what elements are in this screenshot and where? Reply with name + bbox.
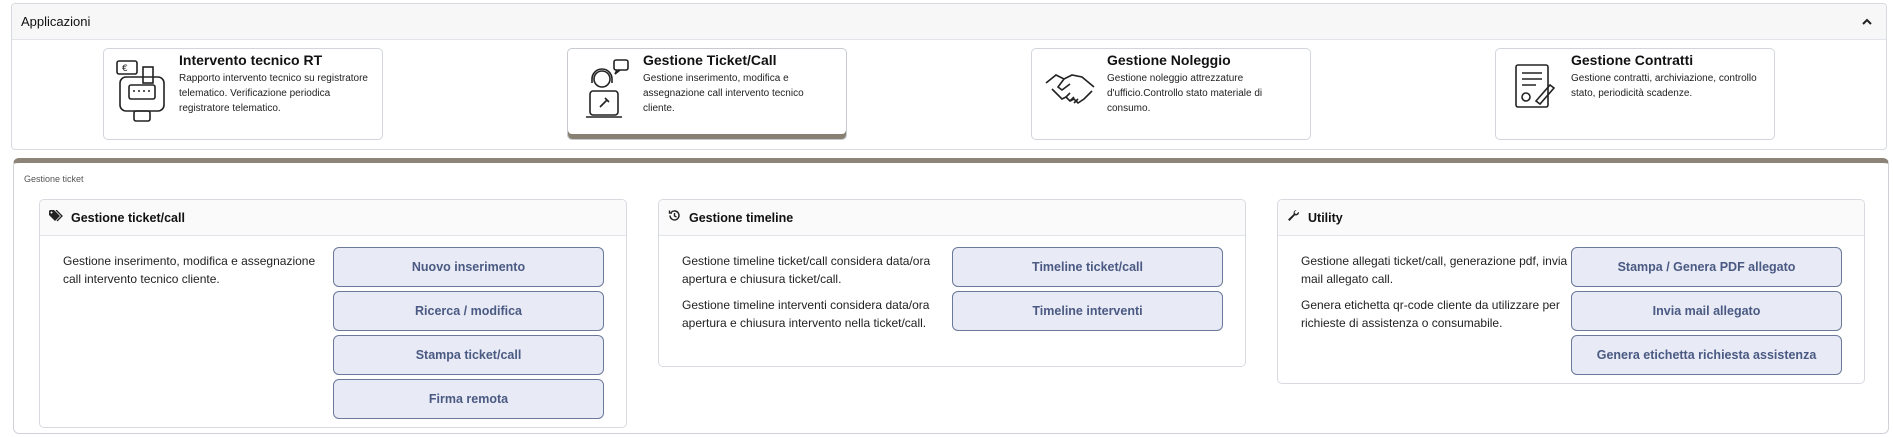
box-utility: Utility Gestione allegati ticket/call, g… <box>1277 199 1865 384</box>
cash-register-icon: € <box>114 57 174 123</box>
wrench-icon <box>1287 209 1300 227</box>
tags-icon <box>49 209 63 227</box>
box-header: Gestione ticket/call <box>40 200 626 236</box>
description-text: Gestione allegati ticket/call, generazio… <box>1301 254 1568 286</box>
box-title: Gestione ticket/call <box>71 210 185 225</box>
app-card-gestione-contratti[interactable]: Gestione Contratti Gestione contratti, a… <box>1495 48 1775 140</box>
box-title: Utility <box>1308 210 1343 225</box>
box-description: Gestione inserimento, modifica e assegna… <box>63 252 331 296</box>
genera-etichetta-button[interactable]: Genera etichetta richiesta assistenza <box>1571 335 1842 375</box>
description-text: Gestione timeline ticket/call considera … <box>682 254 931 286</box>
svg-text:€: € <box>122 64 128 74</box>
panel-title: Gestione ticket <box>24 174 84 184</box>
ricerca-modifica-button[interactable]: Ricerca / modifica <box>333 291 604 331</box>
support-agent-icon <box>578 57 638 123</box>
stampa-ticket-call-button[interactable]: Stampa ticket/call <box>333 335 604 375</box>
box-description: Gestione allegati ticket/call, generazio… <box>1301 252 1569 340</box>
card-title: Intervento tecnico RT <box>179 52 323 68</box>
timeline-interventi-button[interactable]: Timeline interventi <box>952 291 1223 331</box>
timeline-ticket-call-button[interactable]: Timeline ticket/call <box>952 247 1223 287</box>
box-gestione-ticket-call: Gestione ticket/call Gestione inseriment… <box>39 199 627 428</box>
description-text: Genera etichetta qr-code cliente da util… <box>1301 298 1560 330</box>
gestione-ticket-panel: Gestione ticket Gestione ticket/call Ges… <box>13 158 1889 434</box>
history-icon <box>668 209 681 227</box>
handshake-icon <box>1042 57 1102 123</box>
invia-mail-allegato-button[interactable]: Invia mail allegato <box>1571 291 1842 331</box>
card-title: Gestione Ticket/Call <box>643 52 777 68</box>
box-description: Gestione timeline ticket/call considera … <box>682 252 950 340</box>
box-header: Gestione timeline <box>659 200 1245 236</box>
box-gestione-timeline: Gestione timeline Gestione timeline tick… <box>658 199 1246 367</box>
applications-header: Applicazioni <box>12 4 1886 40</box>
app-card-gestione-ticket[interactable]: Gestione Ticket/Call Gestione inseriment… <box>567 48 847 140</box>
app-card-gestione-noleggio[interactable]: Gestione Noleggio Gestione noleggio attr… <box>1031 48 1311 140</box>
card-description: Gestione inserimento, modifica e assegna… <box>643 73 804 114</box>
box-title: Gestione timeline <box>689 210 794 225</box>
chevron-up-icon[interactable] <box>1857 12 1877 32</box>
card-description: Gestione contratti, archiviazione, contr… <box>1571 73 1757 99</box>
firma-remota-button[interactable]: Firma remota <box>333 379 604 419</box>
card-description: Rapporto intervento tecnico su registrat… <box>179 73 368 114</box>
nuovo-inserimento-button[interactable]: Nuovo inserimento <box>333 247 604 287</box>
description-text: Gestione timeline interventi considera d… <box>682 298 930 330</box>
app-card-intervento-rt[interactable]: € Intervento tecnico RT Rapporto interve… <box>103 48 383 140</box>
applications-title: Applicazioni <box>21 14 91 29</box>
card-description: Gestione noleggio attrezzature d'ufficio… <box>1107 73 1263 114</box>
card-title: Gestione Contratti <box>1571 52 1694 68</box>
description-text: Gestione inserimento, modifica e assegna… <box>63 254 316 286</box>
card-title: Gestione Noleggio <box>1107 52 1231 68</box>
box-header: Utility <box>1278 200 1864 236</box>
contract-icon <box>1506 57 1566 123</box>
stampa-genera-pdf-button[interactable]: Stampa / Genera PDF allegato <box>1571 247 1842 287</box>
